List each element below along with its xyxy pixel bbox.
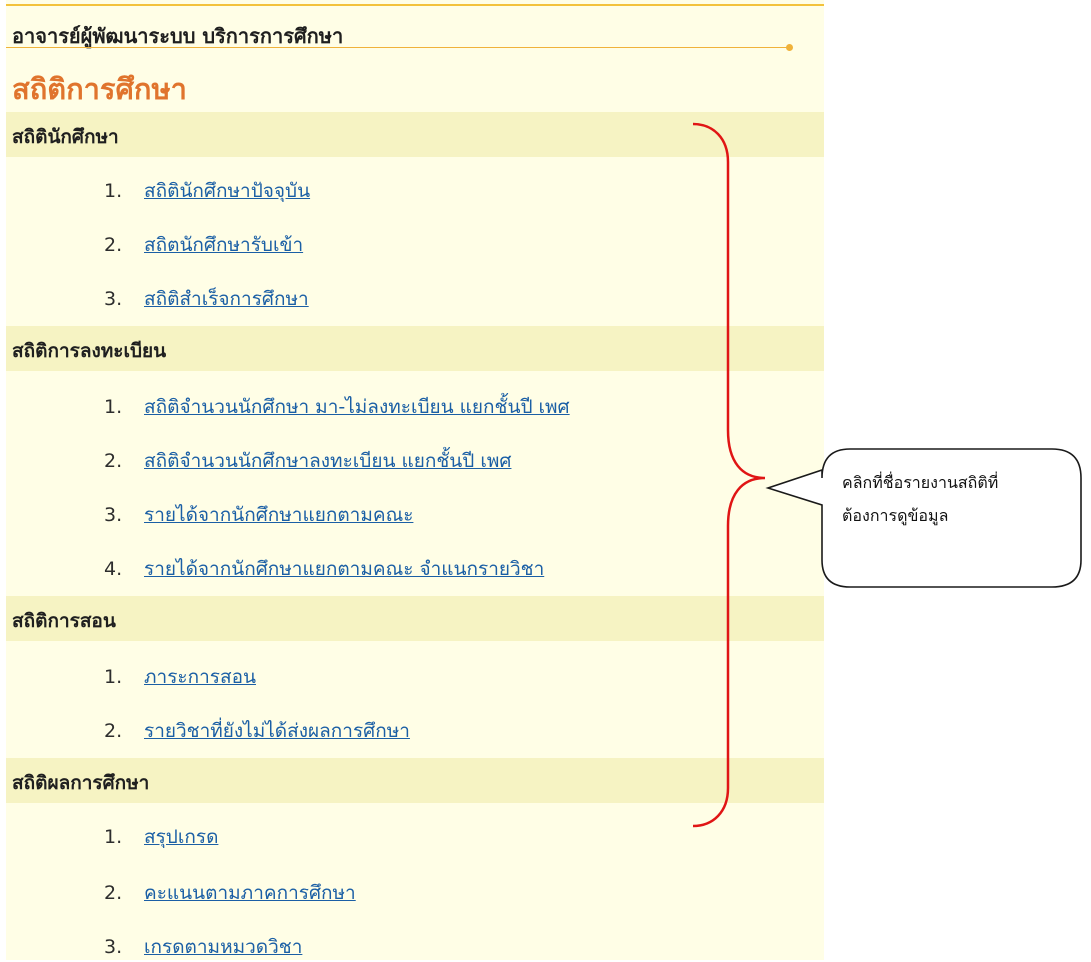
callout-text: คลิกที่ชื่อรายงานสถิติที่ ต้องการดูข้อมู… bbox=[842, 466, 1062, 532]
callout-line-2: ต้องการดูข้อมูล bbox=[842, 506, 949, 525]
callout-line-1: คลิกที่ชื่อรายงานสถิติที่ bbox=[842, 473, 999, 492]
curly-brace-annotation bbox=[692, 122, 766, 828]
